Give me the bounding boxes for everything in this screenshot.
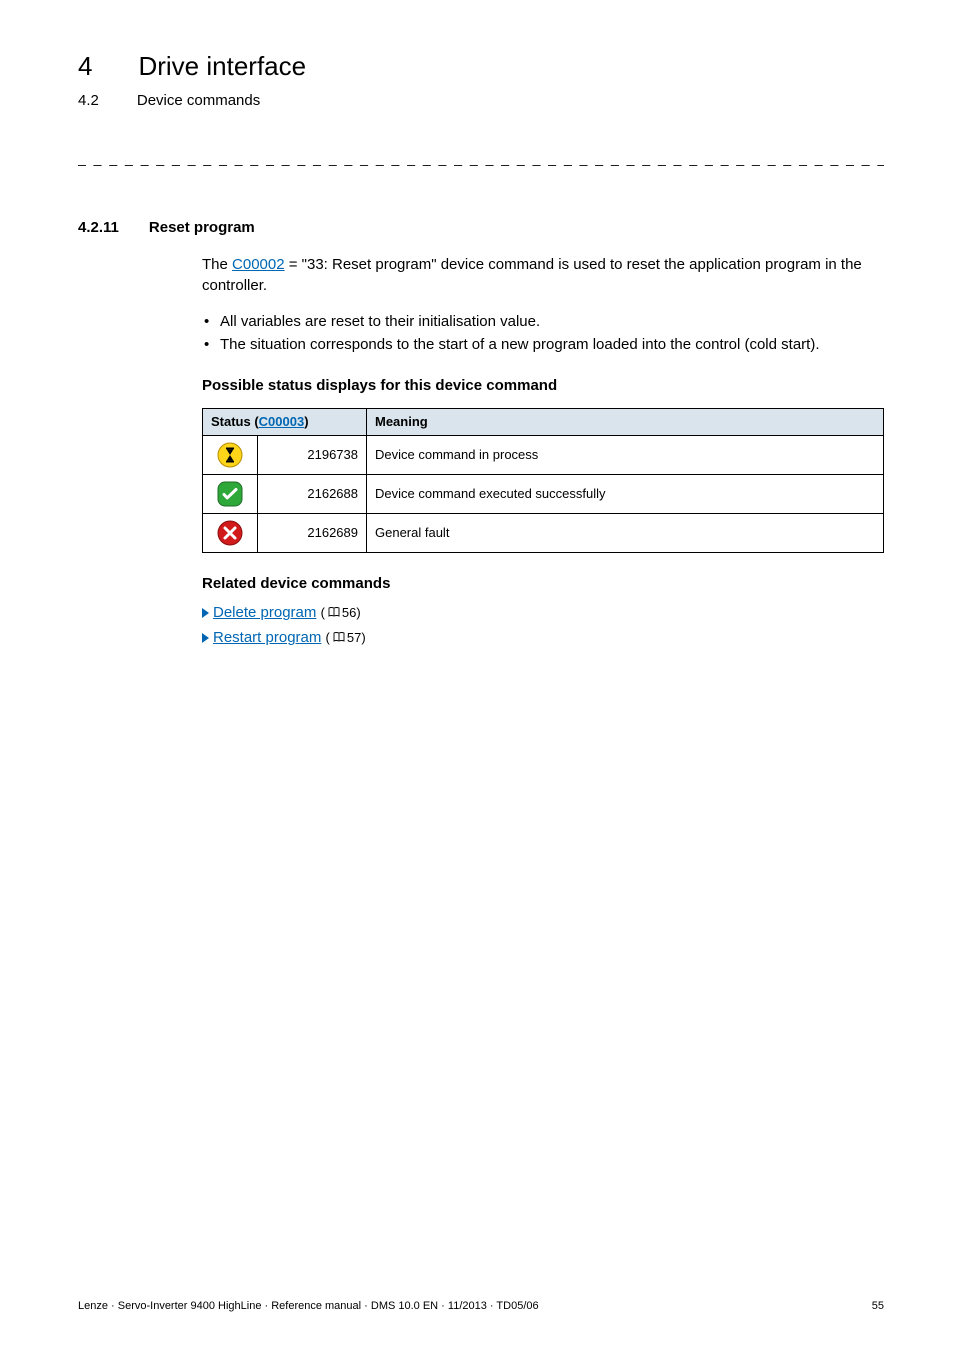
- related-link-restart-program[interactable]: Restart program: [213, 629, 321, 646]
- status-header-suffix: ): [304, 414, 308, 429]
- footer-text: Lenze · Servo-Inverter 9400 HighLine · R…: [78, 1299, 539, 1314]
- status-header-meaning: Meaning: [367, 408, 884, 435]
- related-item: Restart program (57): [202, 627, 884, 648]
- page-ref: (57): [326, 630, 366, 645]
- bullet-item: The situation corresponds to the start o…: [202, 334, 884, 355]
- status-code: 2162688: [258, 475, 367, 514]
- status-table: Status (C00003) Meaning: [202, 408, 884, 553]
- subsection-title: Reset program: [149, 217, 255, 238]
- related-item: Delete program (56): [202, 602, 884, 623]
- status-header-status: Status (C00003): [203, 408, 367, 435]
- section-number-top: 4.2: [78, 90, 99, 111]
- table-row: 2162688 Device command executed successf…: [203, 475, 884, 514]
- status-meaning: General fault: [367, 514, 884, 553]
- bullet-list: All variables are reset to their initial…: [202, 311, 884, 355]
- page-number: 57: [347, 630, 361, 645]
- book-icon: [333, 631, 345, 643]
- status-icon-cell: [203, 475, 258, 514]
- bullet-item: All variables are reset to their initial…: [202, 311, 884, 332]
- param-link-c00003[interactable]: C00003: [259, 414, 305, 429]
- status-icon-cell: [203, 514, 258, 553]
- status-code: 2196738: [258, 436, 367, 475]
- triangle-icon: [202, 608, 209, 618]
- hourglass-icon: [217, 442, 243, 468]
- chapter-number: 4: [78, 48, 92, 84]
- related-link-delete-program[interactable]: Delete program: [213, 604, 316, 621]
- related-heading: Related device commands: [202, 573, 884, 594]
- status-meaning: Device command executed successfully: [367, 475, 884, 514]
- footer-page-number: 55: [872, 1299, 884, 1314]
- divider-dashes: _ _ _ _ _ _ _ _ _ _ _ _ _ _ _ _ _ _ _ _ …: [78, 149, 884, 169]
- intro-suffix: = "33: Reset program" device command is …: [202, 256, 862, 294]
- param-link-c00002[interactable]: C00002: [232, 256, 285, 273]
- status-code: 2162689: [258, 514, 367, 553]
- table-row: 2196738 Device command in process: [203, 436, 884, 475]
- intro-paragraph: The C00002 = "33: Reset program" device …: [202, 254, 884, 296]
- status-heading: Possible status displays for this device…: [202, 375, 884, 396]
- intro-prefix: The: [202, 256, 232, 273]
- cross-icon: [217, 520, 243, 546]
- page-ref: (56): [321, 605, 361, 620]
- subsection-number: 4.2.11: [78, 217, 119, 238]
- table-row: 2162689 General fault: [203, 514, 884, 553]
- status-icon-cell: [203, 436, 258, 475]
- status-meaning: Device command in process: [367, 436, 884, 475]
- book-icon: [328, 606, 340, 618]
- chapter-title: Drive interface: [138, 48, 306, 84]
- check-icon: [217, 481, 243, 507]
- triangle-icon: [202, 633, 209, 643]
- section-title-top: Device commands: [137, 90, 260, 111]
- page-number: 56: [342, 605, 356, 620]
- status-header-prefix: Status (: [211, 414, 259, 429]
